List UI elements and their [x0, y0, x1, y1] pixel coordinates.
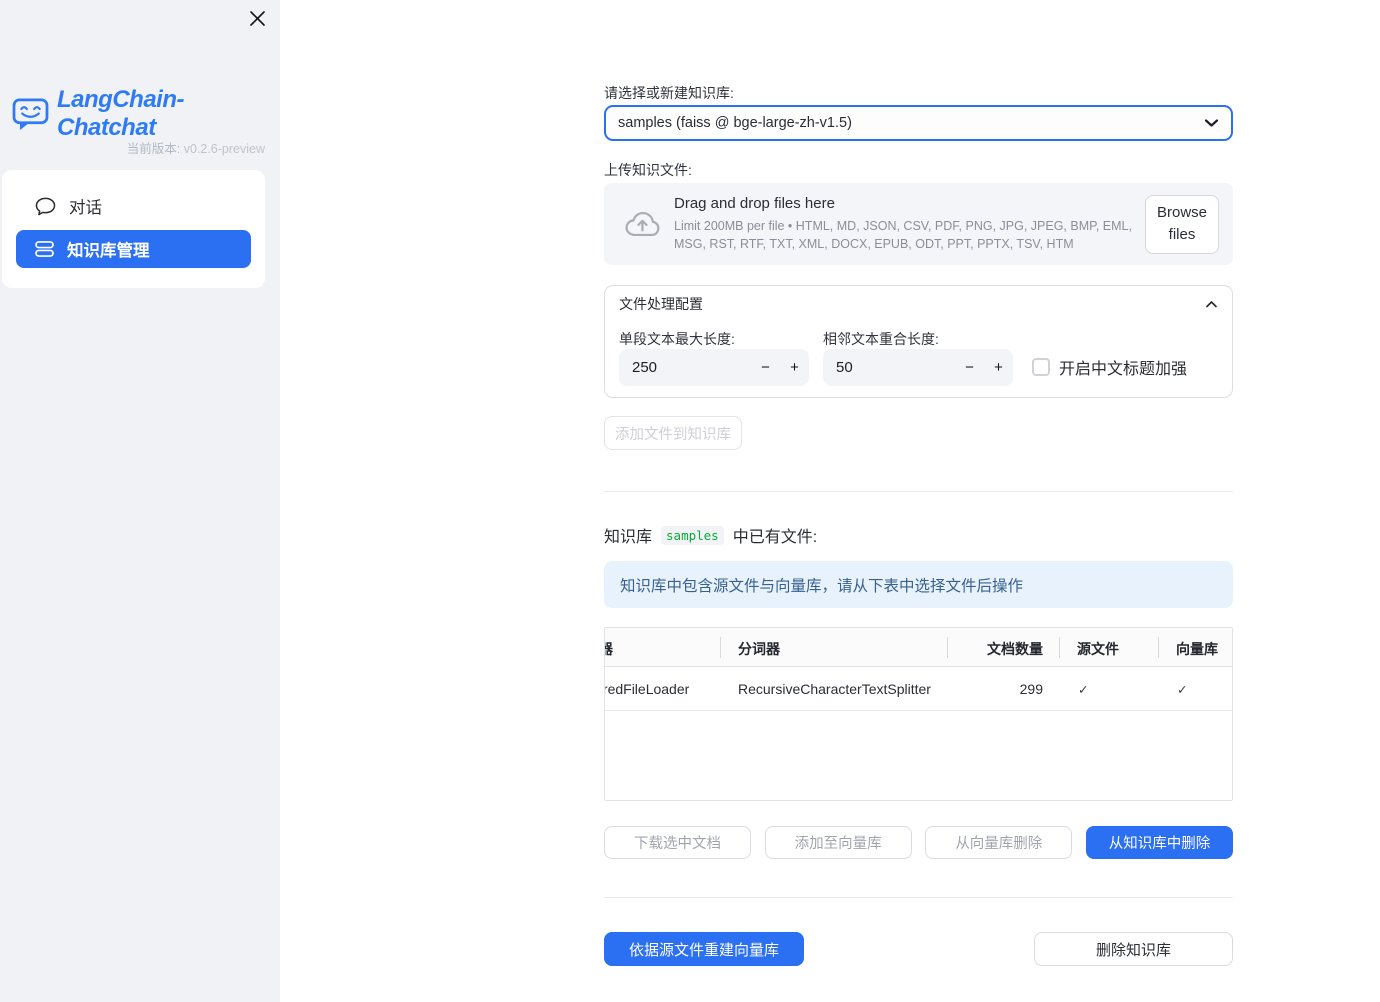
chat-bubble-icon	[35, 197, 56, 216]
check-icon: ✓	[1177, 683, 1188, 697]
dropzone-instructions: Drag and drop files here Limit 200MB per…	[674, 195, 1145, 253]
cell-doc-count: 299	[1019, 681, 1043, 697]
chat-smiley-logo-icon	[12, 97, 49, 131]
add-to-vector-store-button[interactable]: 添加至向量库	[764, 826, 912, 859]
delete-from-vector-store-button[interactable]: 从向量库删除	[925, 826, 1073, 859]
sidebar-item-dialogue[interactable]: 对话	[16, 186, 251, 226]
minus-icon: −	[761, 359, 770, 376]
column-separator	[720, 637, 721, 658]
overlap-decrement-button[interactable]: −	[955, 349, 984, 386]
expander-title: 文件处理配置	[619, 296, 703, 312]
column-header-source-file: 源文件	[1077, 641, 1119, 657]
kb-files-table[interactable]: 文档加载器 分词器 文档数量 源文件 向量库 UnstructuredFileL…	[604, 627, 1233, 801]
upload-label: 上传知识文件:	[604, 162, 692, 178]
minus-icon: −	[965, 359, 974, 376]
table-row[interactable]: UnstructuredFileLoader RecursiveCharacte…	[604, 667, 1232, 711]
kb-name-code: samples	[661, 525, 724, 545]
sidebar-item-kb-management[interactable]: 知识库管理	[16, 230, 251, 268]
delete-kb-base-button[interactable]: 删除知识库	[1034, 932, 1233, 966]
kb-select-value: samples (faiss @ bge-large-zh-v1.5)	[618, 115, 852, 131]
sidebar: LangChain-Chatchat 当前版本: v0.2.6-preview …	[0, 0, 280, 1002]
kb-stack-icon	[35, 241, 54, 257]
column-header-loader: 文档加载器	[605, 639, 613, 659]
column-header-doc-count: 文档数量	[987, 641, 1043, 657]
heading-prefix: 知识库	[604, 529, 653, 546]
divider	[604, 897, 1233, 898]
add-files-to-kb-button[interactable]: 添加文件到知识库	[604, 416, 742, 450]
chevron-up-icon	[1205, 300, 1218, 309]
overlap-size-label: 相邻文本重合长度:	[823, 331, 939, 347]
plus-icon: +	[994, 359, 1003, 376]
expander-header[interactable]: 文件处理配置	[605, 286, 1232, 322]
chunk-size-label: 单段文本最大长度:	[619, 331, 735, 347]
chunk-size-value[interactable]: 250	[619, 359, 751, 376]
checkbox-icon	[1032, 358, 1050, 376]
info-banner-text: 知识库中包含源文件与向量库，请从下表中选择文件后操作	[620, 577, 1024, 595]
app-logo: LangChain-Chatchat	[12, 86, 280, 142]
kb-select[interactable]: samples (faiss @ bge-large-zh-v1.5)	[604, 105, 1233, 141]
kb-files-heading: 知识库 samples 中已有文件:	[604, 523, 817, 547]
version-text: 当前版本: v0.2.6-preview	[127, 138, 265, 157]
table-header-row: 文档加载器 分词器 文档数量 源文件 向量库	[605, 628, 1232, 667]
file-dropzone[interactable]: Drag and drop files here Limit 200MB per…	[604, 183, 1233, 265]
download-selected-button[interactable]: 下载选中文档	[604, 826, 751, 859]
column-separator	[947, 637, 948, 658]
cell-loader: UnstructuredFileLoader	[604, 681, 690, 697]
dropzone-file-limits: Limit 200MB per file • HTML, MD, JSON, C…	[674, 218, 1132, 251]
column-header-vector-store: 向量库	[1176, 641, 1218, 657]
sidebar-item-label: 知识库管理	[67, 242, 150, 260]
chunk-decrement-button[interactable]: −	[751, 349, 780, 386]
plus-icon: +	[790, 359, 799, 376]
check-icon: ✓	[1078, 683, 1089, 697]
column-separator	[1158, 637, 1159, 658]
delete-from-kb-button[interactable]: 从知识库中删除	[1085, 826, 1233, 859]
version-value: v0.2.6-preview	[183, 142, 265, 156]
logo-title: LangChain-Chatchat	[57, 86, 185, 141]
file-config-expander: 文件处理配置 单段文本最大长度: 相邻文本重合长度: 250 − + 50 − …	[604, 285, 1233, 398]
browse-files-button[interactable]: Browse files	[1145, 194, 1219, 254]
cell-splitter: RecursiveCharacterTextSplitter	[738, 681, 931, 697]
heading-suffix: 中已有文件:	[732, 529, 818, 546]
file-action-buttons: 下载选中文档 添加至向量库 从向量库删除 从知识库中删除	[604, 826, 1233, 859]
info-banner: 知识库中包含源文件与向量库，请从下表中选择文件后操作	[604, 561, 1233, 608]
column-header-splitter: 分词器	[738, 641, 780, 657]
kb-select-label: 请选择或新建知识库:	[604, 85, 734, 101]
close-sidebar-button[interactable]	[247, 8, 267, 28]
chevron-down-icon	[1204, 118, 1219, 128]
version-label: 当前版本:	[126, 142, 181, 156]
dropzone-title: Drag and drop files here	[674, 194, 835, 212]
upload-cloud-icon	[622, 208, 662, 240]
overlap-size-input: 50 − +	[823, 349, 1013, 386]
overlap-size-value[interactable]: 50	[823, 359, 955, 376]
column-separator	[1059, 637, 1060, 658]
app-page: LangChain-Chatchat 当前版本: v0.2.6-preview …	[0, 0, 1380, 1002]
sidebar-menu: 对话 知识库管理	[2, 170, 265, 288]
zh-title-enhance-checkbox[interactable]: 开启中文标题加强	[1032, 355, 1187, 379]
divider	[604, 491, 1233, 492]
rebuild-vector-store-button[interactable]: 依据源文件重建向量库	[604, 932, 804, 966]
close-icon	[249, 10, 266, 27]
checkbox-label: 开启中文标题加强	[1059, 361, 1188, 378]
sidebar-item-label: 对话	[69, 199, 102, 217]
chunk-increment-button[interactable]: +	[780, 349, 809, 386]
chunk-size-input: 250 − +	[619, 349, 809, 386]
overlap-increment-button[interactable]: +	[984, 349, 1013, 386]
